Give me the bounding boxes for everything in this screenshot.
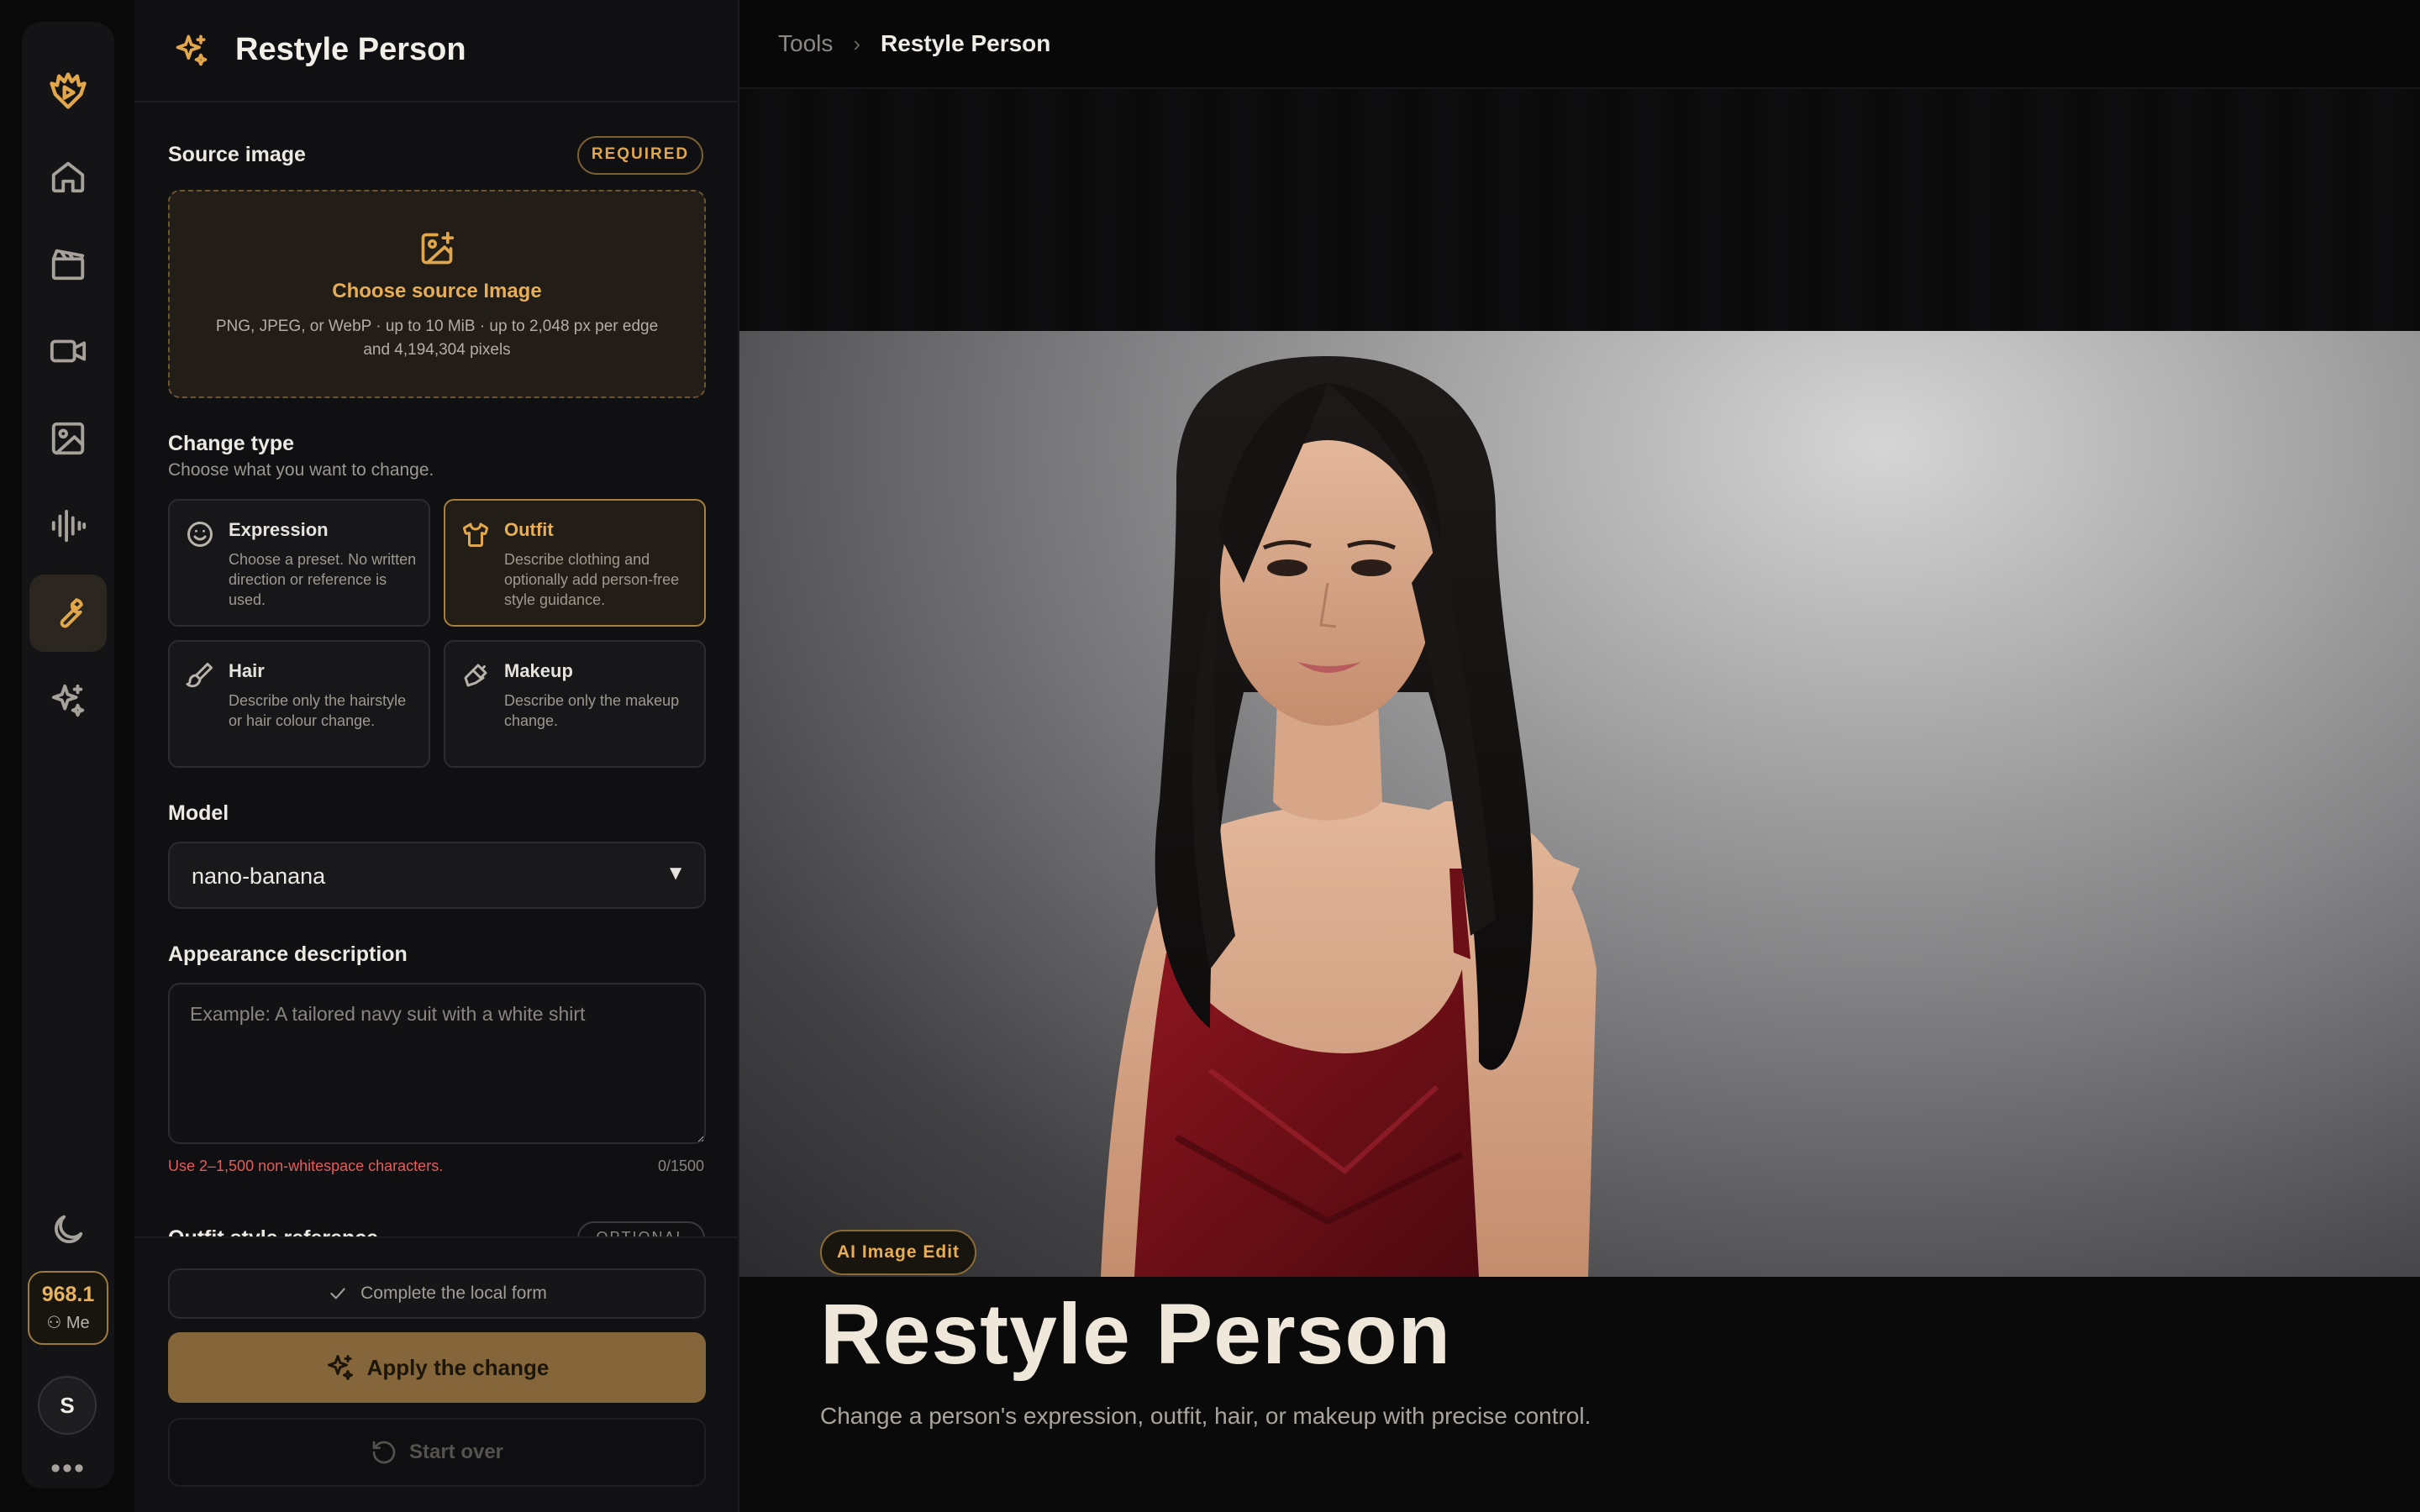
- character-counter: 0/1500: [657, 1158, 704, 1174]
- hero-backdrop: [739, 89, 2420, 331]
- apply-label: Apply the change: [366, 1354, 550, 1380]
- start-over-button[interactable]: Start over: [168, 1418, 706, 1487]
- tool-panel: Restyle Person Source image REQUIRED Cho…: [134, 0, 739, 1512]
- validation-error: Use 2–1,500 non-whitespace characters.: [168, 1158, 444, 1174]
- user-icon: ⚇: [46, 1314, 66, 1332]
- change-type-hint: Choose what you want to change.: [168, 460, 434, 480]
- icon-rail: 968.1 ⚇ Me S •••: [22, 22, 114, 1488]
- model-select[interactable]: nano-banana ▼: [168, 842, 706, 909]
- nav-video[interactable]: [29, 312, 107, 390]
- breadcrumb-current: Restyle Person: [881, 30, 1051, 56]
- breadcrumb: Tools › Restyle Person: [739, 0, 2420, 89]
- ai-image-edit-tag: AI Image Edit: [820, 1230, 977, 1275]
- app-root: 968.1 ⚇ Me S ••• Restyle Person Source i…: [0, 0, 2420, 1512]
- card-title: Outfit: [504, 519, 554, 540]
- change-type-expression[interactable]: Expression Choose a preset. No written d…: [168, 499, 430, 627]
- sparkles-icon: [176, 34, 208, 66]
- clapperboard-icon: [51, 249, 85, 281]
- start-over-label: Start over: [408, 1441, 504, 1463]
- apply-change-button[interactable]: Apply the change: [168, 1332, 706, 1403]
- card-description: Describe only the makeup change.: [504, 692, 680, 729]
- theme-toggle[interactable]: [29, 1191, 107, 1268]
- brush-icon: [186, 663, 213, 688]
- nav-home[interactable]: [29, 138, 107, 215]
- logo-icon: [50, 72, 87, 109]
- shirt-icon: [463, 522, 488, 547]
- portrait-illustration: [1101, 356, 1597, 1277]
- moon-icon: [55, 1215, 83, 1243]
- complete-local-form-status: Complete the local form: [168, 1268, 706, 1319]
- logo-button[interactable]: [29, 52, 107, 129]
- check-icon: [330, 1288, 345, 1299]
- required-badge: REQUIRED: [577, 136, 703, 175]
- change-type-hair[interactable]: Hair Describe only the hairstyle or hair…: [168, 640, 430, 768]
- wrench-icon: [60, 598, 83, 628]
- main-content: Tools › Restyle Person AI Image Edit Res…: [739, 0, 2420, 1512]
- sparkles-icon: [327, 1355, 353, 1380]
- more-menu-button[interactable]: •••: [47, 1454, 89, 1485]
- source-image-dropzone[interactable]: Choose source Image PNG, JPEG, or WebP ·…: [168, 190, 706, 398]
- source-requirements: PNG, JPEG, or WebP · up to 10 MiB · up t…: [215, 318, 659, 359]
- card-description: Describe only the hairstyle or hair colo…: [229, 692, 407, 729]
- panel-header: Restyle Person: [134, 0, 739, 102]
- nav-tools[interactable]: [29, 575, 107, 652]
- nav-audio[interactable]: [29, 487, 107, 564]
- page-description: Change a person's expression, outfit, ha…: [820, 1403, 1591, 1429]
- avatar[interactable]: S: [38, 1376, 97, 1435]
- card-description: Choose a preset. No written direction or…: [229, 551, 417, 608]
- home-icon: [51, 161, 85, 193]
- makeup-brush-icon: [464, 664, 487, 687]
- chevron-down-icon: ▼: [666, 862, 686, 885]
- appearance-label: Appearance description: [168, 942, 408, 966]
- credits-badge[interactable]: 968.1 ⚇ Me: [28, 1271, 108, 1345]
- chevron-right-icon: ›: [853, 30, 861, 56]
- source-image-label: Source image: [168, 143, 306, 166]
- breadcrumb-tools[interactable]: Tools: [778, 30, 833, 57]
- nav-projects[interactable]: [29, 225, 107, 302]
- card-title: Makeup: [504, 660, 573, 681]
- card-title: Hair: [229, 660, 265, 681]
- video-icon: [50, 339, 87, 363]
- rotate-ccw-icon: [372, 1441, 396, 1464]
- image-plus-icon: [421, 231, 455, 265]
- card-title: Expression: [229, 519, 329, 540]
- audio-wave-icon: [51, 509, 87, 543]
- page-title: Restyle Person: [820, 1286, 1452, 1382]
- panel-footer: Complete the local form Apply the change…: [134, 1236, 738, 1512]
- change-type-label: Change type: [168, 432, 295, 455]
- credits-owner: ⚇ Me: [29, 1312, 107, 1333]
- change-type-outfit[interactable]: Outfit Describe clothing and optionally …: [444, 499, 706, 627]
- model-value: nano-banana: [192, 864, 326, 889]
- credits-owner-label: Me: [66, 1314, 90, 1332]
- smile-icon: [187, 522, 213, 547]
- hero-image: [739, 331, 2420, 1277]
- nav-ai[interactable]: [29, 662, 107, 739]
- panel-title: Restyle Person: [235, 32, 466, 67]
- nav-image[interactable]: [29, 400, 107, 477]
- model-label: Model: [168, 801, 229, 825]
- card-description: Describe clothing and optionally add per…: [504, 551, 680, 608]
- change-type-makeup[interactable]: Makeup Describe only the makeup change.: [444, 640, 706, 768]
- image-icon: [51, 422, 85, 455]
- sparkles-icon: [51, 684, 85, 717]
- choose-source-image[interactable]: Choose source Image: [170, 280, 704, 303]
- local-form-label: Complete the local form: [360, 1284, 547, 1303]
- credits-amount: 968.1: [41, 1283, 95, 1306]
- appearance-description-input[interactable]: [168, 983, 706, 1144]
